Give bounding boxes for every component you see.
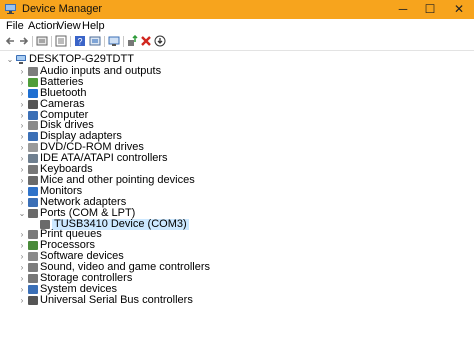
toolbar-separator bbox=[70, 36, 71, 47]
dvd-icon bbox=[28, 143, 38, 153]
uninstall-icon[interactable] bbox=[140, 35, 152, 47]
scan-hardware-icon[interactable] bbox=[108, 35, 120, 47]
update-driver-icon[interactable] bbox=[126, 35, 138, 47]
printer-icon bbox=[28, 230, 38, 240]
menu-view[interactable]: View bbox=[57, 20, 81, 32]
title-bar: Device Manager ─ ☐ ✕ bbox=[0, 0, 474, 19]
toolbar-separator bbox=[123, 36, 124, 47]
speaker-icon bbox=[28, 66, 38, 76]
tree-category[interactable]: ⌄ Ports (COM & LPT) bbox=[0, 206, 300, 219]
tree-root[interactable]: ⌄ DESKTOP-G29TDTT bbox=[0, 54, 200, 65]
expand-chevron-icon[interactable]: › bbox=[18, 153, 26, 164]
close-button[interactable]: ✕ bbox=[441, 0, 474, 19]
expand-chevron-icon[interactable]: › bbox=[18, 240, 26, 251]
toolbar-separator bbox=[104, 36, 105, 47]
expand-chevron-icon[interactable]: › bbox=[18, 88, 26, 99]
port-device-icon bbox=[40, 219, 50, 229]
expand-chevron-icon[interactable]: › bbox=[18, 110, 26, 121]
expand-chevron-icon[interactable]: › bbox=[18, 77, 26, 88]
toolbar-separator bbox=[32, 36, 33, 47]
processor-icon bbox=[28, 241, 38, 251]
menu-action[interactable]: Action bbox=[28, 20, 59, 32]
software-icon bbox=[28, 252, 38, 262]
toolbar-separator bbox=[51, 36, 52, 47]
expand-chevron-icon[interactable]: › bbox=[18, 229, 26, 240]
bluetooth-icon bbox=[28, 88, 38, 98]
expand-chevron-icon[interactable]: › bbox=[18, 186, 26, 197]
battery-icon bbox=[28, 77, 38, 87]
tree-category[interactable]: › Cameras bbox=[0, 97, 300, 110]
svg-text:?: ? bbox=[77, 37, 82, 47]
expand-chevron-icon[interactable]: › bbox=[18, 197, 26, 208]
disable-icon[interactable] bbox=[154, 35, 166, 47]
collapse-chevron-icon[interactable]: ⌄ bbox=[6, 54, 14, 65]
toolbar: ? bbox=[0, 33, 474, 50]
expand-chevron-icon[interactable]: › bbox=[18, 131, 26, 142]
show-hidden-icon[interactable] bbox=[55, 35, 67, 47]
camera-icon bbox=[28, 99, 38, 109]
keyboard-icon bbox=[28, 165, 38, 174]
collapse-chevron-icon[interactable]: ⌄ bbox=[18, 208, 26, 219]
expand-chevron-icon[interactable]: › bbox=[18, 251, 26, 262]
expand-chevron-icon[interactable]: › bbox=[18, 295, 26, 306]
computer-root-icon bbox=[16, 55, 26, 64]
forward-icon[interactable] bbox=[18, 35, 30, 47]
menu-bar: File Action View Help bbox=[0, 19, 474, 33]
window-title: Device Manager bbox=[22, 3, 103, 15]
expand-chevron-icon[interactable]: › bbox=[18, 273, 26, 284]
category-label: Cameras bbox=[40, 97, 85, 110]
root-label: DESKTOP-G29TDTT bbox=[29, 53, 134, 65]
menu-file[interactable]: File bbox=[6, 20, 24, 32]
category-label: Ports (COM & LPT) bbox=[40, 206, 136, 219]
category-label: Universal Serial Bus controllers bbox=[40, 293, 193, 306]
device-tree: ⌄ DESKTOP-G29TDTT › Audio inputs and outp… bbox=[0, 51, 474, 347]
disk-icon bbox=[28, 121, 38, 131]
tree-category[interactable]: › Universal Serial Bus controllers bbox=[0, 293, 300, 306]
expand-chevron-icon[interactable]: › bbox=[18, 164, 26, 175]
ide-icon bbox=[28, 154, 38, 164]
expand-chevron-icon[interactable]: › bbox=[18, 262, 26, 273]
expand-chevron-icon[interactable]: › bbox=[18, 99, 26, 110]
expand-chevron-icon[interactable]: › bbox=[18, 142, 26, 153]
expand-chevron-icon[interactable]: › bbox=[18, 66, 26, 77]
properties-icon[interactable] bbox=[36, 35, 48, 47]
monitor-icon bbox=[28, 186, 38, 196]
back-icon[interactable] bbox=[4, 35, 16, 47]
network-icon bbox=[28, 197, 38, 207]
mouse-icon bbox=[28, 175, 38, 185]
expand-chevron-icon[interactable]: › bbox=[18, 284, 26, 295]
devices-by-type-icon[interactable] bbox=[89, 35, 101, 47]
help-icon[interactable]: ? bbox=[74, 35, 86, 47]
sound-icon bbox=[28, 263, 38, 273]
menu-help[interactable]: Help bbox=[82, 20, 105, 32]
computer-icon bbox=[28, 110, 38, 120]
device-manager-icon bbox=[5, 4, 16, 14]
port-icon bbox=[28, 208, 38, 218]
usb-icon bbox=[28, 295, 38, 305]
expand-chevron-icon[interactable]: › bbox=[18, 120, 26, 131]
display-icon bbox=[28, 132, 38, 142]
system-icon bbox=[28, 284, 38, 294]
storage-icon bbox=[28, 274, 38, 283]
expand-chevron-icon[interactable]: › bbox=[18, 175, 26, 186]
